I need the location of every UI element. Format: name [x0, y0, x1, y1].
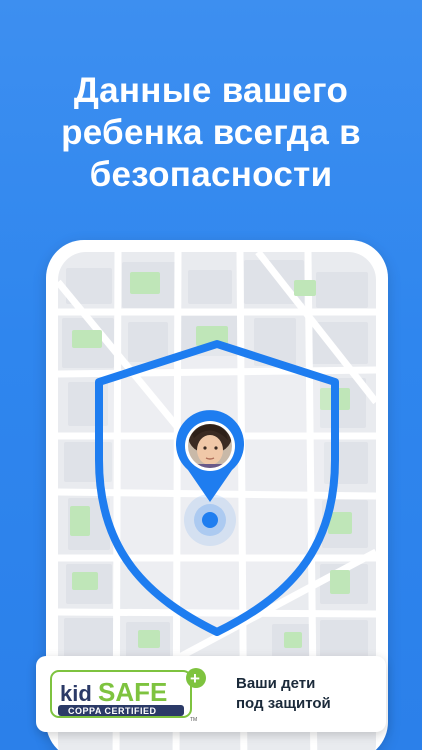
badge-caption: Ваши дети под защитой	[236, 674, 331, 714]
kidsafe-logo: kid SAFE + COPPA CERTIFIED TM	[50, 668, 206, 722]
headline: Данные вашего ребенка всегда в безопасно…	[20, 70, 402, 196]
screen: Данные вашего ребенка всегда в безопасно…	[0, 0, 422, 750]
kidsafe-logo-kid: kid	[60, 681, 92, 706]
kidsafe-logo-sub: COPPA CERTIFIED	[68, 706, 157, 716]
kidsafe-logo-plus: +	[190, 669, 200, 688]
kidsafe-logo-tm: TM	[190, 717, 197, 722]
badge-caption-line-2: под защитой	[236, 695, 331, 712]
kidsafe-logo-safe: SAFE	[98, 677, 167, 707]
headline-line-1: Данные вашего	[73, 71, 349, 110]
headline-line-3: безопасности	[89, 155, 333, 194]
headline-line-2: ребенка всегда в	[61, 113, 361, 152]
kidsafe-banner: kid SAFE + COPPA CERTIFIED TM Ваши дети …	[36, 656, 386, 732]
badge-caption-line-1: Ваши дети	[236, 675, 316, 692]
